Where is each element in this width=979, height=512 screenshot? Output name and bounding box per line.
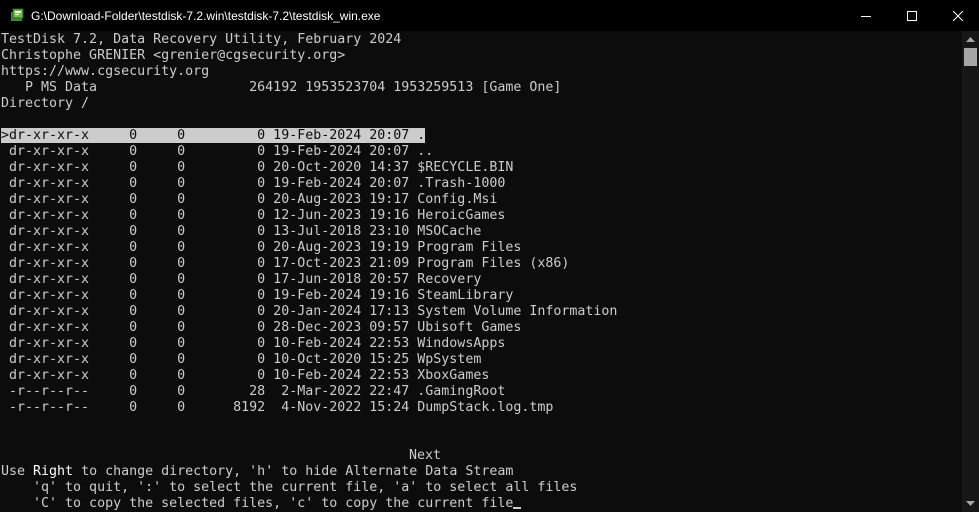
file-list-row[interactable]: dr-xr-xr-x 0 0 0 13-Jul-2018 23:10 MSOCa… xyxy=(1,224,481,240)
console-window: G:\Download-Folder\testdisk-7.2.win\test… xyxy=(0,0,979,512)
file-list-row[interactable]: dr-xr-xr-x 0 0 0 19-Feb-2024 19:16 Steam… xyxy=(1,288,513,304)
scroll-up-button[interactable] xyxy=(962,31,979,48)
help-text: to change directory, 'h' to hide Alterna… xyxy=(73,464,514,479)
file-list-row[interactable]: dr-xr-xr-x 0 0 0 20-Oct-2020 14:37 $RECY… xyxy=(1,160,513,176)
current-directory: Directory / xyxy=(1,96,90,111)
author-line: Christophe GRENIER <grenier@cgsecurity.o… xyxy=(1,48,346,63)
file-list-row[interactable]: -r--r--r-- 0 0 8192 4-Nov-2022 15:24 Dum… xyxy=(1,400,553,416)
file-list-row[interactable]: dr-xr-xr-x 0 0 0 12-Jun-2023 19:16 Heroi… xyxy=(1,208,505,224)
selected-file-row[interactable]: >dr-xr-xr-x 0 0 0 19-Feb-2024 20:07 . xyxy=(1,128,426,143)
right-key-label: Right xyxy=(33,464,74,479)
console-output[interactable]: TestDisk 7.2, Data Recovery Utility, Feb… xyxy=(0,31,962,512)
title-bar[interactable]: G:\Download-Folder\testdisk-7.2.win\test… xyxy=(0,0,979,31)
help-line-2: 'q' to quit, ':' to select the current f… xyxy=(1,480,578,495)
maximize-icon xyxy=(907,10,917,21)
file-list-row[interactable]: -r--r--r-- 0 0 28 2-Mar-2022 22:47 .Gami… xyxy=(1,384,505,400)
file-list-row[interactable]: dr-xr-xr-x 0 0 0 17-Oct-2023 21:09 Progr… xyxy=(1,256,569,272)
scroll-thumb[interactable] xyxy=(964,48,977,66)
next-page-label[interactable]: Next xyxy=(409,448,441,464)
maximize-button[interactable] xyxy=(889,0,935,31)
close-icon xyxy=(953,10,963,21)
help-line-1: Use Right to change directory, 'h' to hi… xyxy=(1,464,513,480)
file-list-row[interactable]: dr-xr-xr-x 0 0 0 10-Feb-2024 22:53 XboxG… xyxy=(1,368,489,384)
file-list-row[interactable]: dr-xr-xr-x 0 0 0 20-Aug-2023 19:19 Progr… xyxy=(1,240,521,256)
text-cursor xyxy=(513,507,522,509)
file-list-row[interactable]: >dr-xr-xr-x 0 0 0 19-Feb-2024 20:07 . xyxy=(1,128,426,144)
file-list-row[interactable]: dr-xr-xr-x 0 0 0 20-Aug-2023 19:17 Confi… xyxy=(1,192,497,208)
file-list-row[interactable]: dr-xr-xr-x 0 0 0 19-Feb-2024 20:07 .. xyxy=(1,144,433,160)
file-list-row[interactable]: dr-xr-xr-x 0 0 0 19-Feb-2024 20:07 .Tras… xyxy=(1,176,505,192)
minimize-icon xyxy=(861,15,871,17)
help-text: 'C' to copy the selected files, 'c' to c… xyxy=(1,496,514,511)
website-line: https://www.cgsecurity.org xyxy=(1,64,210,79)
help-text: Use xyxy=(1,464,34,479)
help-line-3: 'C' to copy the selected files, 'c' to c… xyxy=(1,496,522,512)
scroll-up-arrow-icon xyxy=(966,37,975,42)
file-list-row[interactable]: dr-xr-xr-x 0 0 0 10-Feb-2024 22:53 Windo… xyxy=(1,336,505,352)
app-banner: TestDisk 7.2, Data Recovery Utility, Feb… xyxy=(1,32,402,47)
scroll-down-arrow-icon xyxy=(966,501,975,506)
scroll-down-button[interactable] xyxy=(962,495,979,512)
close-button[interactable] xyxy=(935,0,979,31)
vertical-scrollbar[interactable] xyxy=(962,31,979,512)
file-list-row[interactable]: dr-xr-xr-x 0 0 0 20-Jan-2024 17:13 Syste… xyxy=(1,304,617,320)
console-app-icon xyxy=(9,8,25,24)
file-list-row[interactable]: dr-xr-xr-x 0 0 0 28-Dec-2023 09:57 Ubiso… xyxy=(1,320,521,336)
file-list-row[interactable]: dr-xr-xr-x 0 0 0 10-Oct-2020 15:25 WpSys… xyxy=(1,352,481,368)
window-title: G:\Download-Folder\testdisk-7.2.win\test… xyxy=(31,9,381,23)
minimize-button[interactable] xyxy=(843,0,889,31)
file-list-row[interactable]: dr-xr-xr-x 0 0 0 17-Jun-2018 20:57 Recov… xyxy=(1,272,481,288)
partition-info: P MS Data 264192 1953523704 1953259513 [… xyxy=(1,80,562,95)
